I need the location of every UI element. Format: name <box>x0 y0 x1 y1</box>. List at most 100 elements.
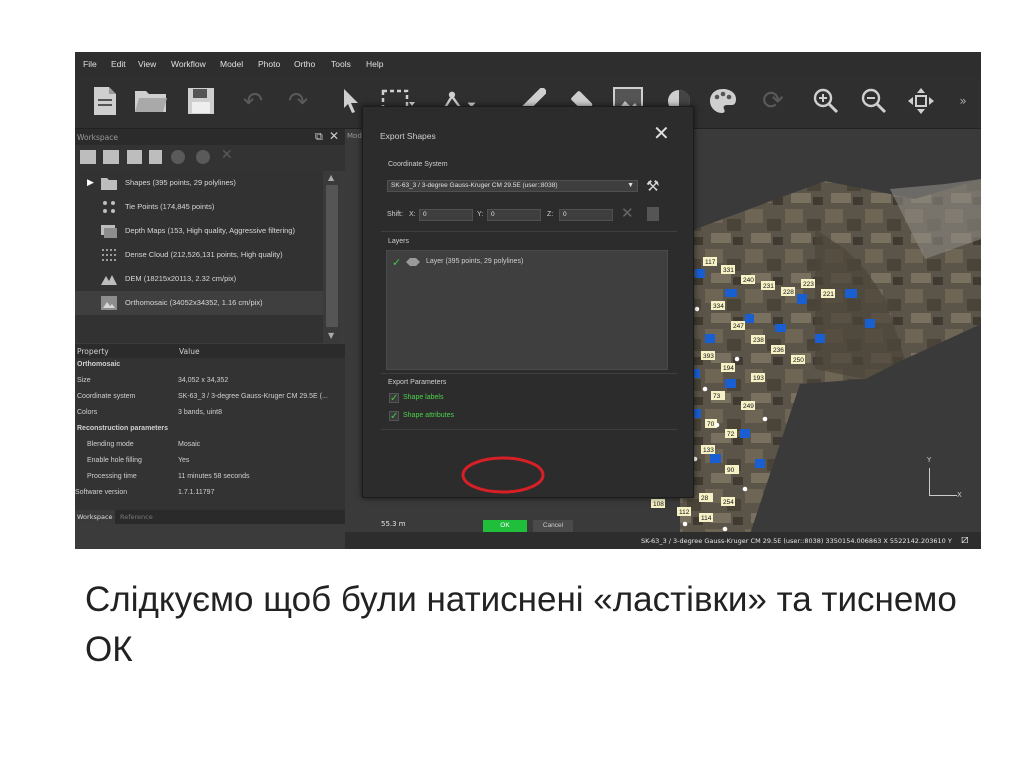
shift-z-input[interactable]: 0 <box>559 209 613 221</box>
svg-text:112: 112 <box>679 509 690 516</box>
tree-item-depth-maps[interactable]: Depth Maps (153, High quality, Aggressiv… <box>75 219 323 243</box>
add-photos-icon[interactable] <box>103 150 119 164</box>
layer-checkmark-icon[interactable]: ✓ <box>392 256 401 269</box>
shift-y-input[interactable]: 0 <box>487 209 541 221</box>
open-folder-icon[interactable] <box>133 84 169 118</box>
tree-item-orthomosaic[interactable]: Orthomosaic (34052x34352, 1.16 cm/pix) <box>75 291 323 315</box>
svg-text:249: 249 <box>743 403 754 410</box>
tree-item-tie-points[interactable]: Tie Points (174,845 points) <box>75 195 323 219</box>
zoom-in-icon[interactable] <box>808 84 844 118</box>
svg-text:240: 240 <box>743 277 754 284</box>
value-column-header[interactable]: Value <box>179 347 200 356</box>
add-scalebar-icon[interactable] <box>149 150 162 164</box>
palette-icon[interactable] <box>705 84 741 118</box>
tree-item-shapes[interactable]: ▶ Shapes (395 points, 29 polylines) <box>75 171 323 195</box>
new-document-icon[interactable] <box>87 84 123 118</box>
shift-z-label: Z: <box>547 211 554 218</box>
svg-text:72: 72 <box>727 431 735 438</box>
table-row: Processing time 11 minutes 58 seconds <box>87 473 250 480</box>
svg-text:223: 223 <box>803 281 814 288</box>
undock-icon[interactable]: ⧉ <box>315 130 323 144</box>
menu-workflow[interactable]: Workflow <box>171 59 206 69</box>
zoom-out-icon[interactable] <box>856 84 892 118</box>
tools-icon[interactable]: ⚒ <box>646 177 659 195</box>
add-marker-icon[interactable] <box>127 150 142 164</box>
save-icon[interactable] <box>183 84 219 118</box>
properties-table: Orthomosaic Size 34,052 x 34,352 Coordin… <box>75 358 345 510</box>
menu-edit[interactable]: Edit <box>111 59 126 69</box>
refresh-icon[interactable]: ⟳ <box>755 84 791 118</box>
close-dialog-icon[interactable]: ✕ <box>653 121 670 145</box>
menu-view[interactable]: View <box>138 59 156 69</box>
disable-icon[interactable] <box>196 150 210 164</box>
separator <box>381 231 677 232</box>
dialog-title: Export Shapes <box>380 131 436 141</box>
table-row: Blending mode Mosaic <box>87 441 201 448</box>
layers-list[interactable]: ✓ Layer (395 points, 29 polylines) <box>386 250 668 370</box>
separator <box>381 429 677 430</box>
enable-icon[interactable] <box>171 150 185 164</box>
shift-x-input[interactable]: 0 <box>419 209 473 221</box>
panel-bottom-area <box>75 524 345 549</box>
depth-maps-icon <box>101 225 117 238</box>
expand-arrow-icon[interactable]: ▶ <box>87 177 94 188</box>
svg-text:250: 250 <box>793 357 804 364</box>
menu-tools[interactable]: Tools <box>331 59 351 69</box>
scroll-down-icon[interactable]: ▼ <box>328 331 334 340</box>
svg-text:133: 133 <box>703 447 714 454</box>
workspace-scrollbar[interactable]: ▲ ▼ <box>323 171 341 343</box>
more-tools-icon[interactable]: » <box>951 84 975 118</box>
menu-model[interactable]: Model <box>220 59 243 69</box>
redo-icon[interactable]: ↷ <box>280 84 316 118</box>
dense-cloud-icon <box>102 249 116 261</box>
menu-file[interactable]: File <box>83 59 97 69</box>
panel-tabs: Workspace Reference <box>75 510 345 524</box>
shape-attributes-label: Shape attributes <box>403 412 454 419</box>
load-shift-icon[interactable] <box>647 207 659 221</box>
clear-shift-icon[interactable]: ✕ <box>621 204 634 222</box>
coordinate-system-label: Coordinate System <box>388 161 448 168</box>
ok-button[interactable]: OK <box>483 520 527 532</box>
add-chunk-icon[interactable] <box>80 150 96 164</box>
svg-text:247: 247 <box>733 323 744 330</box>
shape-attributes-checkbox[interactable]: ✓ <box>389 411 399 422</box>
shift-label: Shift: <box>387 211 403 218</box>
layers-label: Layers <box>388 238 410 245</box>
close-panel-icon[interactable]: ✕ <box>329 129 339 143</box>
svg-text:117: 117 <box>705 259 716 266</box>
svg-text:193: 193 <box>753 375 764 382</box>
svg-text:228: 228 <box>783 289 794 296</box>
axis-y-line <box>929 468 930 496</box>
tab-reference[interactable]: Reference <box>120 513 153 521</box>
scale-label: 55.3 m <box>381 520 406 528</box>
undo-icon[interactable]: ↶ <box>235 84 271 118</box>
shape-labels-label: Shape labels <box>403 394 444 401</box>
shape-labels-checkbox[interactable]: ✓ <box>389 393 399 404</box>
tree-item-dense-cloud[interactable]: Dense Cloud (212,526,131 points, High qu… <box>75 243 323 267</box>
menu-help[interactable]: Help <box>366 59 383 69</box>
svg-text:114: 114 <box>701 515 712 522</box>
tab-workspace[interactable]: Workspace <box>75 510 115 524</box>
menu-bar: File Edit View Workflow Model Photo Orth… <box>75 52 981 76</box>
fit-view-icon[interactable] <box>903 84 939 118</box>
table-row: Size 34,052 x 34,352 <box>77 377 229 384</box>
scroll-up-icon[interactable]: ▲ <box>328 173 334 182</box>
shift-x-label: X: <box>409 211 416 218</box>
svg-text:108: 108 <box>653 501 664 508</box>
coordinate-system-select[interactable]: SK-63_3 / 3-degree Gauss-Kruger CM 29.5E… <box>387 180 638 192</box>
snap-icon[interactable]: ⧄ <box>961 532 969 547</box>
remove-icon[interactable]: ✕ <box>221 147 233 163</box>
property-column-header[interactable]: Property <box>77 347 109 356</box>
workspace-toolbar: ✕ <box>75 145 345 171</box>
menu-photo[interactable]: Photo <box>258 59 280 69</box>
cancel-button[interactable]: Cancel <box>533 520 573 532</box>
orthomosaic-icon <box>101 296 117 310</box>
svg-text:334: 334 <box>713 303 724 310</box>
scroll-thumb[interactable] <box>326 185 338 327</box>
export-shapes-dialog: Export Shapes ✕ Coordinate System SK-63_… <box>362 106 694 532</box>
axis-x-line <box>929 495 957 496</box>
svg-text:221: 221 <box>823 291 834 298</box>
svg-text:254: 254 <box>723 499 734 506</box>
menu-ortho[interactable]: Ortho <box>294 59 315 69</box>
tree-item-dem[interactable]: DEM (18215x20113, 2.32 cm/pix) <box>75 267 323 291</box>
